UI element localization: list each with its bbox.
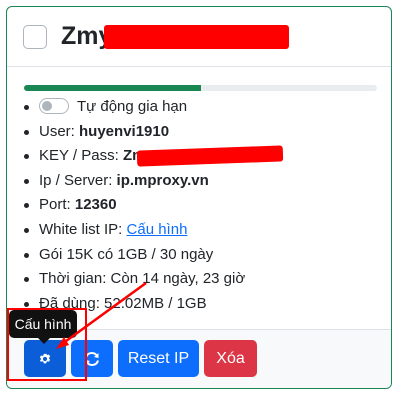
list-item-port: Port: 12360 xyxy=(7,193,391,218)
config-tooltip: Cấu hình xyxy=(9,310,77,338)
package-text: Gói 15K có 1GB / 30 ngày xyxy=(39,245,214,263)
auto-renew-label: Tự động gia hạn xyxy=(77,98,188,115)
reset-ip-button[interactable]: Reset IP xyxy=(118,340,199,377)
list-item-time: Thời gian: Còn 14 ngày, 23 giờ xyxy=(7,267,391,292)
time-remaining-text: Thời gian: Còn 14 ngày, 23 giờ xyxy=(39,270,246,288)
refresh-button[interactable] xyxy=(71,340,113,377)
list-item-user: User: huyenvi1910 xyxy=(7,120,391,145)
list-item-package: Gói 15K có 1GB / 30 ngày xyxy=(7,243,391,268)
delete-button[interactable]: Xóa xyxy=(204,340,257,377)
whitelist-label: White list IP: xyxy=(39,220,123,238)
refresh-icon xyxy=(85,351,99,366)
toggle-knob xyxy=(42,100,52,111)
config-button[interactable] xyxy=(24,340,66,377)
tooltip-arrow xyxy=(38,338,50,344)
gear-icon xyxy=(39,352,51,363)
port-label: Port: xyxy=(39,196,71,214)
usage-progress-fill xyxy=(24,85,201,91)
proxy-info-list: Tự động gia hạn User: huyenvi1910 KEY / … xyxy=(7,95,391,316)
list-item-whitelist: White list IP: Cấu hình xyxy=(7,218,391,243)
user-label: User: xyxy=(39,122,75,140)
card-footer: Reset IP Xóa xyxy=(7,329,391,388)
port-value: 12360 xyxy=(74,196,117,214)
list-item-server: Ip / Server: ip.mproxy.vn xyxy=(7,169,391,194)
key-label: KEY / Pass: xyxy=(39,147,119,165)
usage-progress xyxy=(24,85,377,91)
server-label: Ip / Server: xyxy=(39,171,113,189)
list-item-auto-renew: Tự động gia hạn xyxy=(7,95,391,120)
redaction-title xyxy=(104,25,289,49)
user-value: huyenvi1910 xyxy=(79,122,170,140)
select-checkbox[interactable] xyxy=(23,24,47,49)
whitelist-config-link[interactable]: Cấu hình xyxy=(127,221,188,238)
server-value: ip.mproxy.vn xyxy=(116,171,209,189)
auto-renew-toggle[interactable] xyxy=(39,97,69,114)
config-tooltip-text: Cấu hình xyxy=(14,316,72,332)
